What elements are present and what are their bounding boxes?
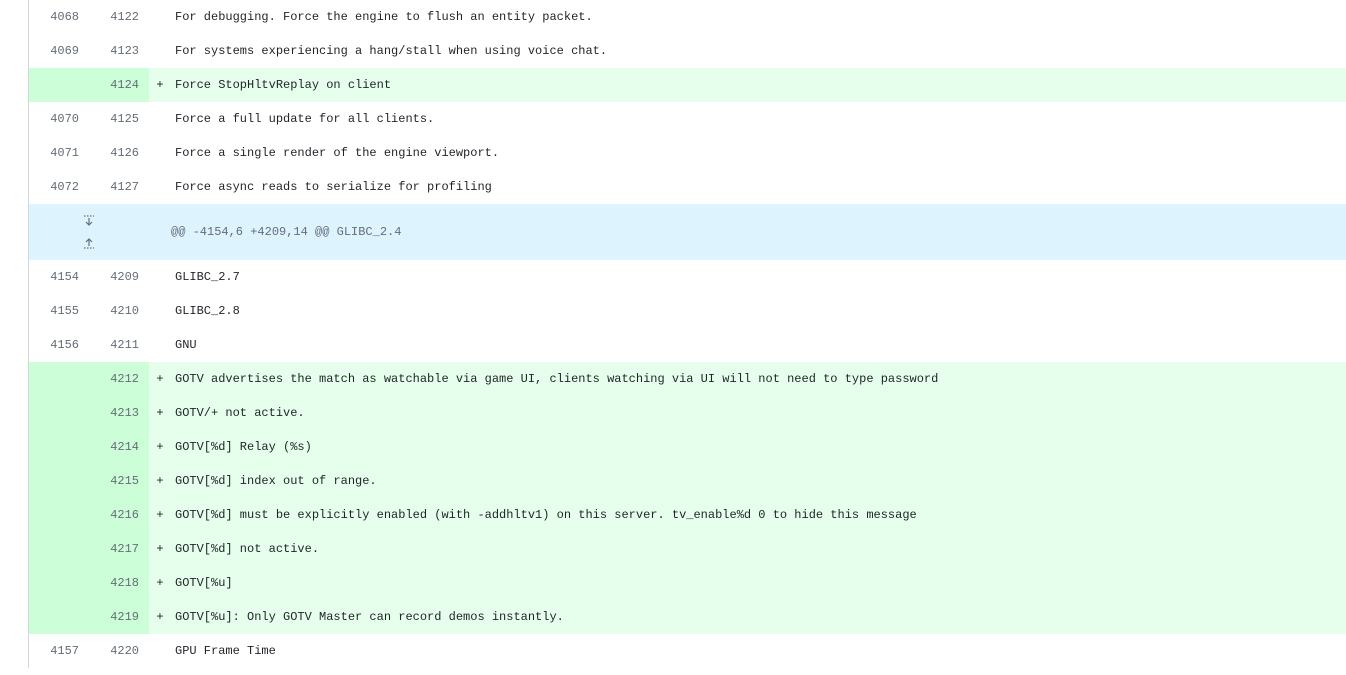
diff-marker bbox=[149, 328, 171, 362]
code-content: Force a single render of the engine view… bbox=[171, 136, 1346, 170]
diff-marker bbox=[149, 634, 171, 668]
code-content: GOTV[%u] bbox=[171, 566, 1346, 600]
hunk-header-row: @@ -4154,6 +4209,14 @@ GLIBC_2.4 bbox=[29, 204, 1346, 260]
code-content: For debugging. Force the engine to flush… bbox=[171, 0, 1346, 34]
diff-line-addition: 4213+GOTV/+ not active. bbox=[29, 396, 1346, 430]
diff-marker bbox=[149, 170, 171, 204]
code-content: GOTV[%d] not active. bbox=[171, 532, 1346, 566]
code-content: GLIBC_2.8 bbox=[171, 294, 1346, 328]
code-content: GOTV[%d] index out of range. bbox=[171, 464, 1346, 498]
new-line-number[interactable]: 4123 bbox=[89, 34, 149, 68]
new-line-number[interactable]: 4212 bbox=[89, 362, 149, 396]
code-content: GNU bbox=[171, 328, 1346, 362]
diff-line-addition: 4217+GOTV[%d] not active. bbox=[29, 532, 1346, 566]
diff-marker: + bbox=[149, 362, 171, 396]
diff-marker bbox=[149, 34, 171, 68]
old-line-number[interactable] bbox=[29, 498, 89, 532]
new-line-number[interactable]: 4215 bbox=[89, 464, 149, 498]
diff-marker: + bbox=[149, 464, 171, 498]
old-line-number[interactable]: 4070 bbox=[29, 102, 89, 136]
code-content: GPU Frame Time bbox=[171, 634, 1346, 668]
new-line-number[interactable]: 4209 bbox=[89, 260, 149, 294]
code-content: GOTV[%d] must be explicitly enabled (wit… bbox=[171, 498, 1346, 532]
old-line-number[interactable] bbox=[29, 362, 89, 396]
diff-marker bbox=[149, 102, 171, 136]
old-line-number[interactable] bbox=[29, 396, 89, 430]
new-line-number[interactable]: 4213 bbox=[89, 396, 149, 430]
diff-marker: + bbox=[149, 430, 171, 464]
new-line-number[interactable]: 4210 bbox=[89, 294, 149, 328]
diff-marker: + bbox=[149, 566, 171, 600]
diff-line-addition: 4216+GOTV[%d] must be explicitly enabled… bbox=[29, 498, 1346, 532]
code-content: GOTV/+ not active. bbox=[171, 396, 1346, 430]
diff-line-addition: 4218+GOTV[%u] bbox=[29, 566, 1346, 600]
old-line-number[interactable] bbox=[29, 566, 89, 600]
old-line-number[interactable]: 4156 bbox=[29, 328, 89, 362]
diff-line-context: 40724127 Force async reads to serialize f… bbox=[29, 170, 1346, 204]
old-line-number[interactable]: 4157 bbox=[29, 634, 89, 668]
code-content: For systems experiencing a hang/stall wh… bbox=[171, 34, 1346, 68]
diff-marker bbox=[149, 294, 171, 328]
old-line-number[interactable]: 4072 bbox=[29, 170, 89, 204]
diff-line-context: 41554210 GLIBC_2.8 bbox=[29, 294, 1346, 328]
diff-marker bbox=[149, 0, 171, 34]
new-line-number[interactable]: 4124 bbox=[89, 68, 149, 102]
diff-marker bbox=[149, 260, 171, 294]
code-content: GLIBC_2.7 bbox=[171, 260, 1346, 294]
old-line-number[interactable]: 4068 bbox=[29, 0, 89, 34]
diff-line-context: 40684122 For debugging. Force the engine … bbox=[29, 0, 1346, 34]
old-line-number[interactable] bbox=[29, 464, 89, 498]
expand-controls bbox=[29, 204, 149, 260]
code-content: Force a full update for all clients. bbox=[171, 102, 1346, 136]
new-line-number[interactable]: 4211 bbox=[89, 328, 149, 362]
expand-up-icon[interactable] bbox=[75, 233, 103, 251]
diff-line-context: 41574220 GPU Frame Time bbox=[29, 634, 1346, 668]
code-content: Force async reads to serialize for profi… bbox=[171, 170, 1346, 204]
diff-marker bbox=[149, 136, 171, 170]
old-line-number[interactable] bbox=[29, 600, 89, 634]
expand-down-icon[interactable] bbox=[75, 213, 103, 231]
new-line-number[interactable]: 4219 bbox=[89, 600, 149, 634]
old-line-number[interactable] bbox=[29, 532, 89, 566]
code-content: GOTV[%u]: Only GOTV Master can record de… bbox=[171, 600, 1346, 634]
old-line-number[interactable]: 4069 bbox=[29, 34, 89, 68]
old-line-number[interactable] bbox=[29, 68, 89, 102]
new-line-number[interactable]: 4220 bbox=[89, 634, 149, 668]
new-line-number[interactable]: 4218 bbox=[89, 566, 149, 600]
diff-line-addition: 4215+GOTV[%d] index out of range. bbox=[29, 464, 1346, 498]
code-content: Force StopHltvReplay on client bbox=[171, 68, 1346, 102]
diff-marker: + bbox=[149, 498, 171, 532]
diff-line-addition: 4214+GOTV[%d] Relay (%s) bbox=[29, 430, 1346, 464]
diff-line-addition: 4219+GOTV[%u]: Only GOTV Master can reco… bbox=[29, 600, 1346, 634]
old-line-number[interactable]: 4154 bbox=[29, 260, 89, 294]
diff-line-context: 41544209 GLIBC_2.7 bbox=[29, 260, 1346, 294]
old-line-number[interactable]: 4071 bbox=[29, 136, 89, 170]
diff-line-context: 40704125 Force a full update for all clie… bbox=[29, 102, 1346, 136]
new-line-number[interactable]: 4122 bbox=[89, 0, 149, 34]
new-line-number[interactable]: 4217 bbox=[89, 532, 149, 566]
diff-marker: + bbox=[149, 532, 171, 566]
diff-marker: + bbox=[149, 396, 171, 430]
diff-line-context: 40694123 For systems experiencing a hang/… bbox=[29, 34, 1346, 68]
diff-line-context: 40714126 Force a single render of the eng… bbox=[29, 136, 1346, 170]
code-content: GOTV advertises the match as watchable v… bbox=[171, 362, 1346, 396]
new-line-number[interactable]: 4126 bbox=[89, 136, 149, 170]
new-line-number[interactable]: 4216 bbox=[89, 498, 149, 532]
code-content: GOTV[%d] Relay (%s) bbox=[171, 430, 1346, 464]
old-line-number[interactable]: 4155 bbox=[29, 294, 89, 328]
diff-line-context: 41564211 GNU bbox=[29, 328, 1346, 362]
old-line-number[interactable] bbox=[29, 430, 89, 464]
diff-table: 40684122 For debugging. Force the engine … bbox=[28, 0, 1346, 668]
hunk-header-text: @@ -4154,6 +4209,14 @@ GLIBC_2.4 bbox=[149, 204, 1346, 260]
new-line-number[interactable]: 4127 bbox=[89, 170, 149, 204]
new-line-number[interactable]: 4214 bbox=[89, 430, 149, 464]
new-line-number[interactable]: 4125 bbox=[89, 102, 149, 136]
diff-marker: + bbox=[149, 600, 171, 634]
diff-line-addition: 4212+GOTV advertises the match as watcha… bbox=[29, 362, 1346, 396]
diff-marker: + bbox=[149, 68, 171, 102]
diff-line-addition: 4124+Force StopHltvReplay on client bbox=[29, 68, 1346, 102]
